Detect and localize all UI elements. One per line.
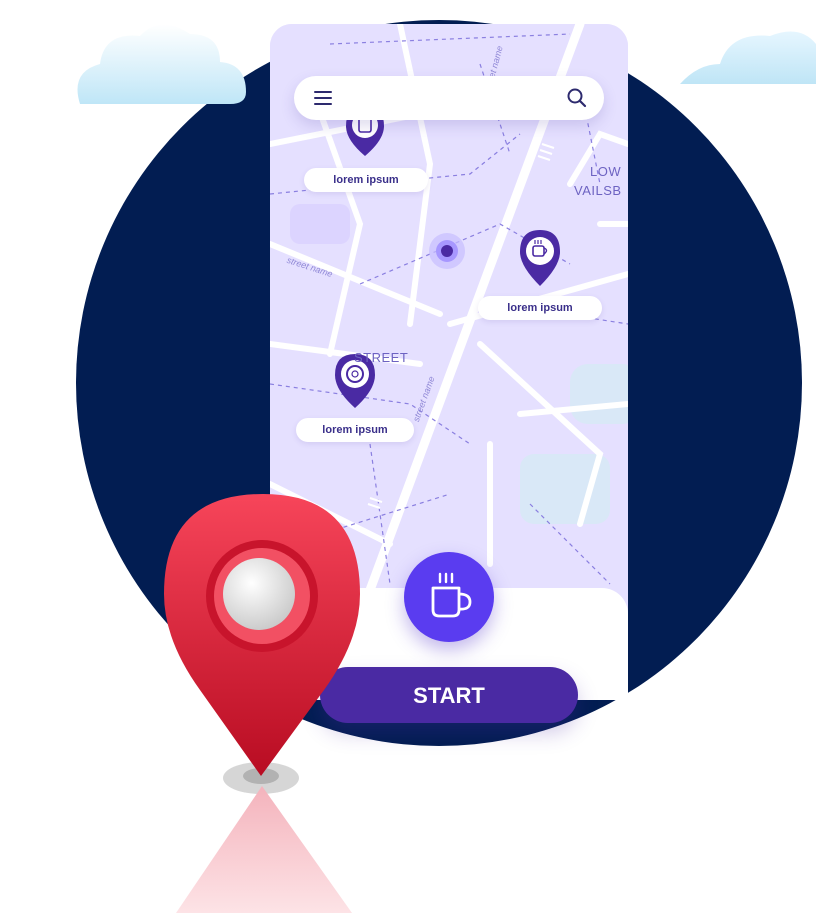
street-label-street: STREET (354, 350, 409, 365)
pin-reflection (176, 786, 352, 913)
street-label-vailsb: VAILSB (574, 183, 622, 198)
location-dot-icon (429, 233, 465, 269)
coffee-mug-icon (431, 572, 472, 618)
street-label-low: LOW (590, 164, 622, 179)
search-icon[interactable] (566, 87, 588, 109)
map-pin-icon (164, 494, 360, 794)
cloud-right-icon (680, 31, 816, 84)
cloud-left-icon (77, 24, 246, 105)
search-bar[interactable] (294, 76, 604, 120)
hamburger-menu-icon[interactable] (314, 89, 336, 107)
place-label[interactable]: lorem ipsum (478, 296, 602, 320)
place-label[interactable]: lorem ipsum (296, 418, 414, 442)
coffee-button[interactable] (404, 552, 494, 642)
place-label[interactable]: lorem ipsum (304, 168, 428, 192)
